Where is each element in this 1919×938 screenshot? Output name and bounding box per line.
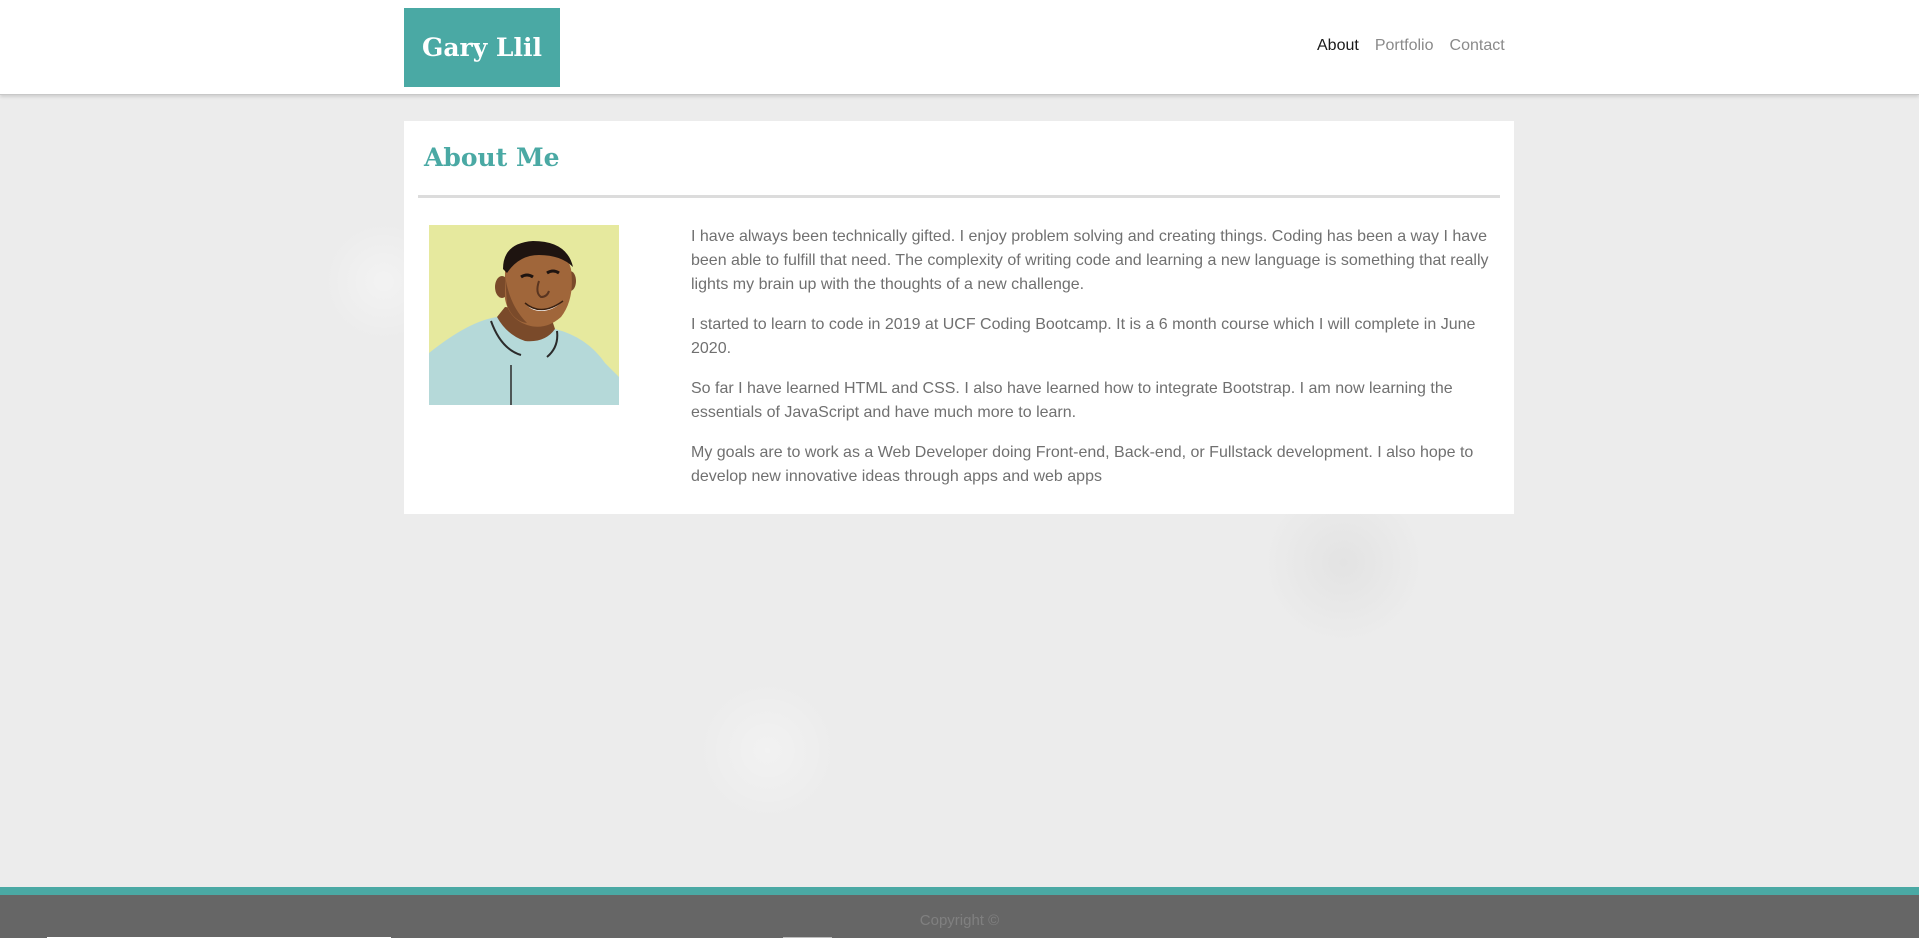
nav-link-contact[interactable]: Contact xyxy=(1450,37,1505,55)
nav-link-portfolio[interactable]: Portfolio xyxy=(1375,37,1434,55)
copyright-text: Copyright © xyxy=(919,912,1000,929)
profile-illustration-icon xyxy=(429,225,619,405)
footer-accent-stripe xyxy=(0,887,1919,895)
nav-link-about[interactable]: About xyxy=(1317,37,1359,55)
bio-paragraph: My goals are to work as a Web Developer … xyxy=(691,444,1474,485)
title-divider xyxy=(418,195,1500,198)
bio-paragraph: So far I have learned HTML and CSS. I al… xyxy=(691,380,1453,421)
profile-image xyxy=(429,225,619,405)
site-header: Gary Llil About Portfolio Contact xyxy=(0,0,1919,95)
about-card: About Me I have always been technically … xyxy=(404,121,1514,514)
about-title: About Me xyxy=(424,143,560,172)
bio-paragraph: I started to learn to code in 2019 at UC… xyxy=(691,316,1476,357)
about-bio: I have always been technically gifted. I… xyxy=(691,225,1501,505)
bio-paragraph: I have always been technically gifted. I… xyxy=(691,228,1489,293)
site-footer: Copyright © xyxy=(0,895,1919,938)
main-nav: About Portfolio Contact xyxy=(1317,37,1505,55)
brand-logo[interactable]: Gary Llil xyxy=(404,8,560,87)
